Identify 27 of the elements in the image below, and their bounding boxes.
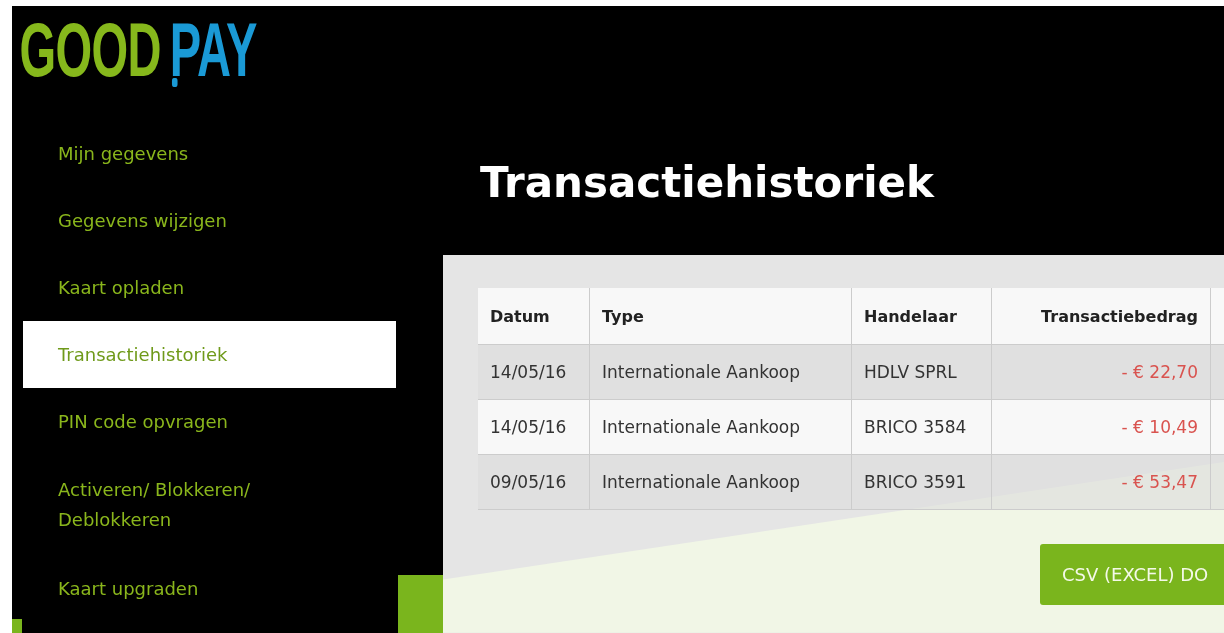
column-header: Transactiebedrag: [991, 288, 1210, 345]
sidebar-item[interactable]: PIN code opvragen: [23, 388, 396, 455]
page-title: Transactiehistoriek: [479, 157, 936, 209]
sidebar-item[interactable]: Mijn gegevens: [23, 120, 396, 187]
table-cell: 09/05/16: [478, 455, 589, 510]
table-cell: BRICO 3591: [851, 455, 991, 510]
sidebar-item[interactable]: Gegevens wijzigen: [23, 187, 396, 254]
table-cell: Internationale Aankoop: [589, 400, 851, 455]
column-header: Type: [589, 288, 851, 345]
table-cell: Internationale Aankoop: [589, 345, 851, 400]
table-cell: 14/05/16: [478, 400, 589, 455]
logo-text: PAY: [169, 12, 257, 94]
column-header: Datum: [478, 288, 589, 345]
accent-stripe: [12, 619, 22, 633]
table-cell: - € 22,70: [991, 345, 1210, 400]
table-cell: 14/05/16: [478, 345, 589, 400]
table-cell: HDLV SPRL: [851, 345, 991, 400]
sidebar-item[interactable]: Kaart upgraden: [23, 555, 396, 622]
column-header: Handelaar: [851, 288, 991, 345]
accent-stripe: [398, 575, 443, 633]
logo-text: GOOD: [19, 12, 161, 94]
table-cell: - € 53,47: [991, 455, 1210, 510]
table-cell: BRICO 3584: [851, 400, 991, 455]
sidebar-item[interactable]: Kaart opladen: [23, 254, 396, 321]
table-cell: - € 10,49: [991, 400, 1210, 455]
table-cell: Internationale Aankoop: [589, 455, 851, 510]
sidebar-item[interactable]: Activeren/ Blokkeren/ Deblokkeren: [23, 455, 396, 555]
